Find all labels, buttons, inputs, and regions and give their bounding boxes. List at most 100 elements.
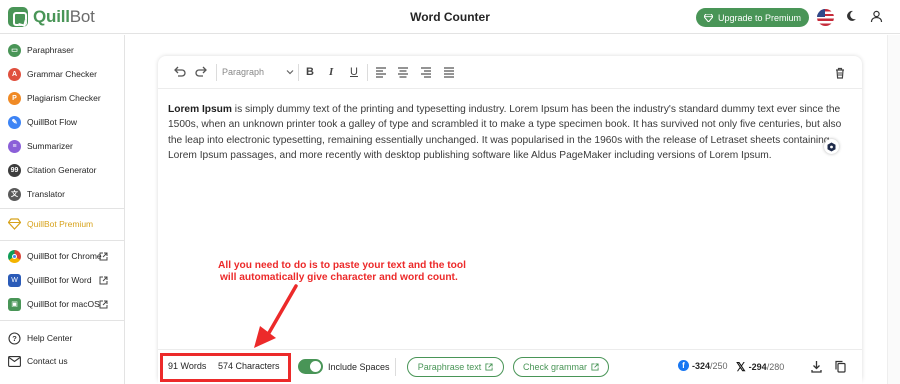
upgrade-to-premium-button[interactable]: Upgrade to Premium (696, 8, 809, 27)
copy-icon[interactable] (834, 360, 847, 373)
align-center-icon[interactable] (396, 65, 410, 79)
sidebar: ▭ Paraphraser A Grammar Checker P Plagia… (0, 35, 125, 384)
italic-icon[interactable]: I (329, 66, 333, 78)
sidebar-item-premium[interactable]: QuillBot Premium (8, 216, 93, 232)
quillbot-assistant-button[interactable] (824, 139, 839, 154)
logo-text-suffix: Bot (69, 7, 95, 26)
external-link-icon (99, 276, 108, 285)
x-char-limit: 𝕏 -294/280 (736, 360, 784, 374)
chrome-icon (8, 249, 21, 263)
editor-bold-lead: Lorem Ipsum (168, 104, 232, 115)
assistant-hexagon-icon (827, 142, 836, 151)
paragraph-style-select[interactable]: Paragraph (222, 67, 294, 77)
plagiarism-checker-icon: P (8, 91, 21, 105)
sidebar-divider (0, 240, 124, 241)
editor-toolbar: Paragraph B I U (158, 56, 862, 89)
word-count: 91 Words (168, 361, 207, 371)
sidebar-item-quillbot-flow[interactable]: ✎ QuillBot Flow (8, 114, 77, 130)
sidebar-item-summarizer[interactable]: ≡ Summarizer (8, 138, 73, 154)
sidebar-item-label: QuillBot for macOS (27, 299, 100, 309)
summarizer-icon: ≡ (8, 139, 21, 153)
include-spaces-toggle[interactable] (298, 359, 323, 374)
sidebar-item-label: QuillBot Premium (27, 219, 94, 229)
footer-separator (395, 358, 396, 376)
redo-icon[interactable] (195, 65, 209, 79)
download-icon[interactable] (810, 360, 823, 373)
facebook-limit: /250 (710, 360, 728, 371)
check-grammar-button[interactable]: Check grammar (513, 357, 609, 377)
undo-icon[interactable] (172, 65, 186, 79)
facebook-char-limit: f -324/250 (678, 360, 728, 371)
diamond-icon (703, 13, 713, 22)
align-right-icon[interactable] (419, 65, 433, 79)
sidebar-item-grammar-checker[interactable]: A Grammar Checker (8, 66, 97, 82)
chevron-down-icon (286, 70, 294, 75)
sidebar-item-label: Citation Generator (27, 165, 97, 175)
toolbar-separator (216, 64, 217, 81)
editor-footer: 91 Words 574 Characters Include Spaces P… (158, 349, 862, 384)
trash-icon[interactable] (833, 66, 847, 80)
bold-icon[interactable]: B (306, 66, 314, 78)
external-link-icon (99, 300, 108, 309)
quillbot-logo-icon (8, 7, 28, 27)
sidebar-item-label: Plagiarism Checker (27, 93, 101, 103)
flow-icon: ✎ (8, 115, 21, 129)
sidebar-item-label: QuillBot Flow (27, 117, 78, 127)
us-flag-language-icon[interactable] (817, 9, 834, 26)
align-left-icon[interactable] (374, 65, 388, 79)
sidebar-item-word[interactable]: W QuillBot for Word (8, 272, 92, 288)
dark-mode-moon-icon[interactable] (845, 10, 857, 22)
user-account-icon[interactable] (870, 10, 883, 23)
external-link-icon (591, 363, 599, 371)
sidebar-item-label: Translator (27, 189, 65, 199)
sidebar-divider (0, 320, 124, 321)
sidebar-item-label: QuillBot for Word (27, 275, 92, 285)
x-logo-icon: 𝕏 (736, 360, 746, 374)
annotation-arrow (254, 284, 298, 348)
word-icon: W (8, 273, 21, 287)
sidebar-item-plagiarism-checker[interactable]: P Plagiarism Checker (8, 90, 101, 106)
paraphraser-icon: ▭ (8, 43, 21, 57)
paraphrase-text-label: Paraphrase text (417, 362, 482, 372)
align-justify-icon[interactable] (442, 65, 456, 79)
mail-icon (8, 355, 21, 367)
paraphrase-text-button[interactable]: Paraphrase text (407, 357, 504, 377)
sidebar-item-label: QuillBot for Chrome (27, 251, 102, 261)
external-link-icon (99, 252, 108, 261)
sidebar-item-citation-generator[interactable]: 99 Citation Generator (8, 162, 96, 178)
sidebar-item-chrome[interactable]: QuillBot for Chrome (8, 248, 102, 264)
include-spaces-label: Include Spaces (328, 362, 390, 372)
editor-text-area[interactable]: Lorem Ipsum is simply dummy text of the … (168, 102, 852, 164)
help-circle-icon: ? (8, 331, 21, 345)
sidebar-item-translator[interactable]: 文 Translator (8, 186, 65, 202)
logo-text: QuillBot (33, 7, 95, 27)
upgrade-label: Upgrade to Premium (717, 12, 802, 23)
annotation-line-1: All you need to do is to paste your text… (218, 260, 466, 271)
facebook-count: -324 (692, 360, 711, 371)
x-limit: /280 (766, 362, 785, 372)
character-count: 574 Characters (218, 361, 280, 371)
external-link-icon (485, 363, 493, 371)
sidebar-item-contact-us[interactable]: Contact us (8, 353, 68, 369)
sidebar-item-paraphraser[interactable]: ▭ Paraphraser (8, 42, 74, 58)
premium-diamond-icon (8, 218, 21, 230)
grammar-checker-icon: A (8, 67, 21, 81)
top-header: QuillBot Word Counter Upgrade to Premium (0, 0, 900, 34)
paragraph-style-value: Paragraph (222, 67, 265, 77)
underline-icon[interactable]: U (350, 66, 358, 78)
sidebar-item-label: Grammar Checker (27, 69, 97, 79)
facebook-icon: f (678, 360, 689, 371)
page-scrollbar[interactable] (887, 35, 900, 384)
toolbar-separator (367, 64, 368, 81)
sidebar-item-label: Help Center (27, 333, 73, 343)
sidebar-item-macos[interactable]: ▣ QuillBot for macOS (8, 296, 100, 312)
citation-generator-icon: 99 (8, 163, 21, 177)
macos-icon: ▣ (8, 297, 21, 311)
x-count: -294 (748, 362, 767, 372)
sidebar-item-label: Contact us (27, 356, 68, 366)
editor-body-text: is simply dummy text of the printing and… (168, 104, 842, 162)
sidebar-item-label: Summarizer (27, 141, 73, 151)
sidebar-item-help-center[interactable]: ? Help Center (8, 330, 72, 346)
logo-text-prefix: Quill (33, 7, 70, 26)
quillbot-logo[interactable]: QuillBot (8, 7, 95, 27)
